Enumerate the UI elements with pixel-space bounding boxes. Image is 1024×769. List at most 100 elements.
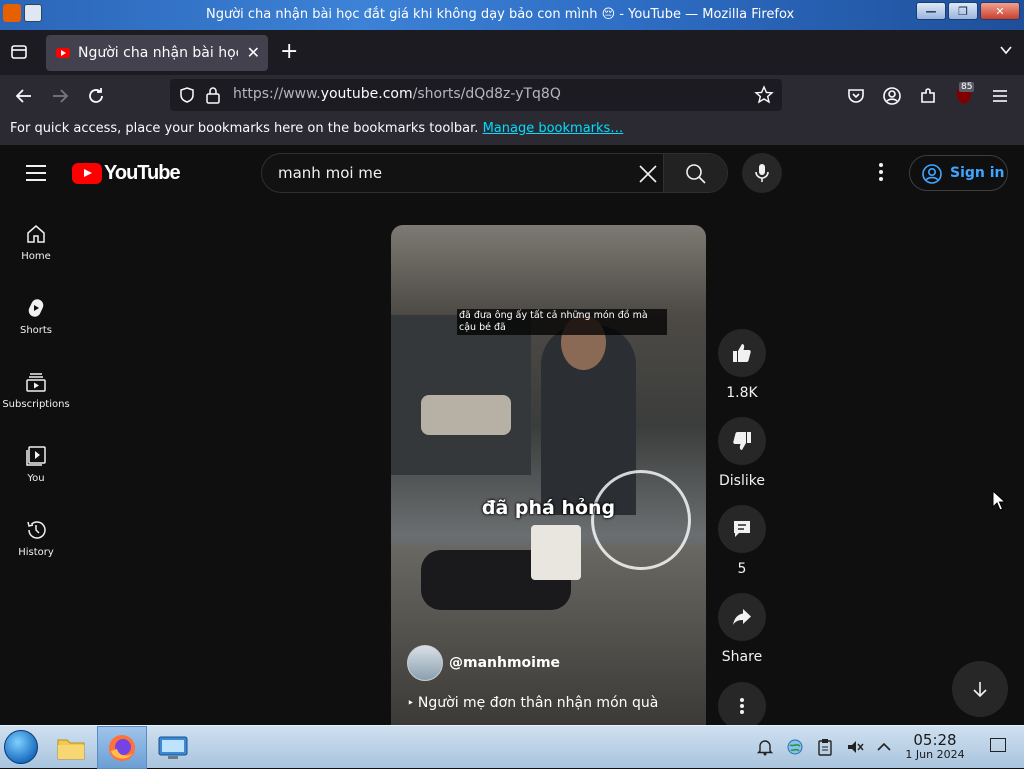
search-input[interactable]: manh moi me bbox=[278, 164, 382, 182]
share-label: Share bbox=[721, 649, 763, 665]
extension-badge: 85 bbox=[959, 82, 975, 92]
taskbar-firefox[interactable] bbox=[97, 726, 147, 769]
window-controls: — ❐ ✕ bbox=[916, 2, 1020, 20]
computer-settings-icon bbox=[158, 736, 188, 759]
account-icon[interactable] bbox=[882, 86, 902, 106]
clipboard-icon[interactable] bbox=[816, 738, 834, 756]
browser-tab-active[interactable]: Người cha nhận bài học đắt giá khi không… bbox=[46, 35, 268, 71]
forward-arrow-icon[interactable] bbox=[50, 86, 70, 106]
search-box[interactable]: manh moi me bbox=[261, 153, 728, 193]
thumbs-down-icon bbox=[733, 432, 751, 450]
next-short-button[interactable] bbox=[952, 661, 1008, 717]
firefox-view-icon[interactable] bbox=[10, 43, 28, 61]
comment-count: 5 bbox=[737, 561, 747, 577]
back-arrow-icon[interactable] bbox=[14, 86, 34, 106]
tab-close-icon[interactable]: ✕ bbox=[247, 43, 260, 62]
manage-bookmarks-link[interactable]: Manage bookmarks… bbox=[483, 121, 624, 136]
url-host: youtube.com bbox=[320, 86, 413, 102]
history-icon bbox=[27, 521, 46, 539]
show-desktop-button[interactable] bbox=[990, 738, 1006, 752]
comments-button[interactable]: 5 bbox=[712, 505, 772, 577]
firefox-window-icon[interactable] bbox=[3, 4, 21, 22]
video-scene-box bbox=[421, 395, 511, 435]
tab-strip: Người cha nhận bài học đắt giá khi không… bbox=[0, 30, 1024, 75]
user-circle-icon bbox=[922, 164, 942, 184]
folder-icon bbox=[57, 739, 85, 759]
search-button[interactable] bbox=[663, 154, 727, 192]
window-menu-icon[interactable] bbox=[24, 4, 42, 22]
guide-item-subscriptions[interactable]: Subscriptions bbox=[0, 371, 72, 410]
clear-search-icon[interactable] bbox=[637, 163, 659, 185]
short-title[interactable]: Người mẹ đơn thân nhận món quà bbox=[407, 695, 658, 711]
maximize-button[interactable]: ❐ bbox=[948, 2, 978, 20]
video-scene-circle-highlight bbox=[591, 470, 691, 570]
share-button[interactable]: Share bbox=[712, 593, 772, 665]
youtube-favicon-icon bbox=[56, 48, 70, 58]
new-tab-button[interactable]: + bbox=[280, 40, 298, 64]
pocket-icon[interactable] bbox=[846, 86, 866, 106]
clock-date: 1 Jun 2024 bbox=[905, 748, 965, 761]
guide-label-shorts: Shorts bbox=[19, 325, 53, 336]
bookmark-star-icon[interactable] bbox=[754, 85, 774, 105]
youtube-wordmark: YouTube bbox=[104, 162, 181, 184]
guide-item-shorts[interactable]: Shorts bbox=[0, 297, 72, 336]
voice-search-button[interactable] bbox=[742, 153, 782, 193]
channel-avatar[interactable] bbox=[407, 645, 443, 681]
extensions-puzzle-icon[interactable] bbox=[918, 86, 938, 106]
network-globe-icon[interactable] bbox=[786, 738, 804, 756]
navigation-toolbar: https://www.youtube.com/shorts/dQd8z-yTq… bbox=[0, 75, 1024, 117]
address-bar[interactable]: https://www.youtube.com/shorts/dQd8z-yTq… bbox=[170, 79, 782, 111]
tracking-protection-shield-icon[interactable] bbox=[178, 86, 196, 104]
home-icon bbox=[27, 225, 45, 243]
channel-handle[interactable]: @manhmoime bbox=[449, 655, 560, 671]
channel-info[interactable]: @manhmoime bbox=[407, 645, 560, 681]
taskbar-clock[interactable]: 05:28 1 Jun 2024 bbox=[900, 732, 970, 762]
arrow-down-icon bbox=[973, 682, 987, 698]
reload-icon[interactable] bbox=[86, 86, 106, 106]
url-text: https://www.youtube.com/shorts/dQd8z-yTq… bbox=[233, 86, 561, 102]
subscriptions-icon bbox=[26, 373, 46, 392]
like-button[interactable]: 1.8K bbox=[712, 329, 772, 401]
padlock-icon[interactable] bbox=[205, 86, 221, 104]
sign-in-button[interactable]: Sign in bbox=[909, 155, 1008, 191]
start-button[interactable] bbox=[4, 730, 38, 764]
app-menu-hamburger-icon[interactable] bbox=[990, 86, 1010, 106]
tray-expand-chevron-icon[interactable] bbox=[875, 738, 893, 756]
video-caption-small: đã đưa ông ấy tất cả những món đồ mà cậu… bbox=[457, 309, 667, 335]
bookmarks-hint: For quick access, place your bookmarks h… bbox=[10, 121, 479, 136]
thumbs-up-icon bbox=[733, 344, 751, 362]
clock-time: 05:28 bbox=[913, 731, 957, 749]
close-window-button[interactable]: ✕ bbox=[980, 2, 1020, 20]
like-count: 1.8K bbox=[726, 385, 758, 401]
taskbar: 05:28 1 Jun 2024 bbox=[0, 725, 1024, 769]
guide-label-history: History bbox=[18, 547, 54, 558]
taskbar-file-manager[interactable] bbox=[46, 726, 96, 769]
mouse-cursor-icon bbox=[992, 490, 1006, 511]
you-icon bbox=[26, 446, 46, 466]
bookmarks-toolbar: For quick access, place your bookmarks h… bbox=[0, 117, 1024, 145]
video-caption-big: đã phá hỏng bbox=[481, 497, 616, 519]
guide-label-you: You bbox=[27, 473, 45, 484]
list-all-tabs-icon[interactable] bbox=[1000, 44, 1012, 56]
firefox-icon bbox=[109, 734, 135, 761]
settings-more-icon[interactable] bbox=[878, 163, 884, 183]
comment-icon bbox=[734, 521, 750, 537]
guide-item-you[interactable]: You bbox=[0, 445, 72, 484]
notifications-bell-icon[interactable] bbox=[756, 738, 774, 756]
search-icon bbox=[686, 164, 706, 184]
dislike-button[interactable]: Dislike bbox=[712, 417, 772, 489]
youtube-logo[interactable]: YouTube bbox=[72, 162, 181, 185]
url-prefix: https://www. bbox=[233, 86, 321, 102]
minimize-button[interactable]: — bbox=[916, 2, 946, 20]
microphone-icon bbox=[755, 164, 769, 182]
youtube-page: YouTube manh moi me Sign in Home Shorts … bbox=[0, 145, 1024, 725]
more-actions-button[interactable] bbox=[712, 682, 772, 725]
guide-menu-button[interactable] bbox=[26, 165, 46, 181]
taskbar-control-panel[interactable] bbox=[148, 726, 198, 769]
guide-item-history[interactable]: History bbox=[0, 519, 72, 558]
shorts-video-player[interactable]: đã đưa ông ấy tất cả những món đồ mà cậu… bbox=[391, 225, 706, 725]
volume-muted-icon[interactable] bbox=[846, 738, 864, 756]
guide-item-home[interactable]: Home bbox=[0, 223, 72, 262]
guide-label-home: Home bbox=[21, 251, 51, 262]
sign-in-label: Sign in bbox=[950, 165, 1005, 181]
